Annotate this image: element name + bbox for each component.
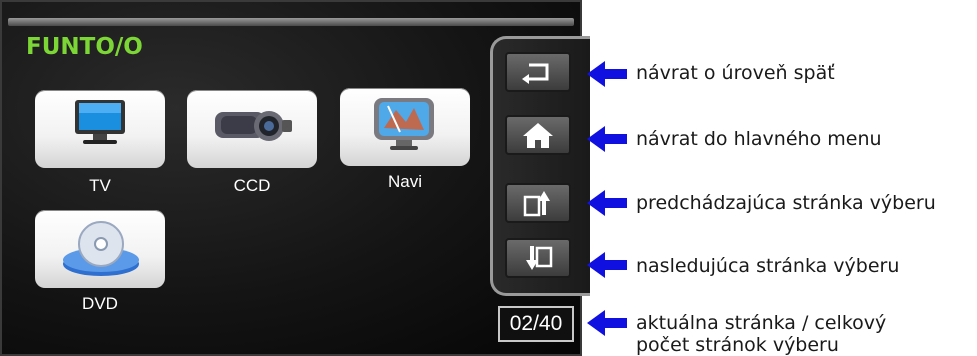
home-button[interactable]	[505, 115, 571, 155]
next-page-icon	[526, 246, 553, 270]
previous-page-icon	[523, 191, 550, 217]
annotation-next-page: nasledujúca stránka výberu	[636, 255, 900, 277]
ccd-tile[interactable]	[187, 90, 317, 168]
navi-tile[interactable]	[340, 88, 470, 166]
left-arrow-icon	[587, 61, 627, 87]
dvd-label: DVD	[82, 294, 118, 313]
navi-label: Navi	[387, 172, 422, 191]
annotation-page-counter-line1: aktuálna stránka / celkový	[636, 312, 887, 334]
back-arrow-icon	[522, 63, 549, 84]
annotation-page-counter-line2: počet stránok výberu	[636, 334, 839, 356]
left-arrow-icon	[587, 252, 627, 278]
previous-page-button[interactable]	[505, 183, 571, 223]
left-arrow-icon	[587, 310, 627, 336]
tv-label: TV	[89, 176, 111, 195]
page-counter: 02/40	[498, 306, 574, 342]
tv-tile[interactable]	[35, 90, 165, 168]
next-page-button[interactable]	[505, 238, 571, 278]
dvd-tile[interactable]	[35, 210, 165, 288]
left-arrow-icon	[587, 190, 627, 216]
annotation-back: návrat o úroveň späť	[636, 62, 835, 84]
annotation-home: návrat do hlavného menu	[636, 128, 882, 150]
back-button[interactable]	[505, 52, 571, 92]
camera-icon	[215, 111, 292, 141]
navigation-globe-icon	[374, 98, 434, 150]
annotation-page-counter: aktuálna stránka / celkový počet stránok…	[636, 312, 886, 356]
annotation-previous-page: predchádzajúca stránka výberu	[636, 192, 936, 214]
disc-icon	[63, 221, 139, 276]
home-icon	[523, 123, 553, 148]
top-bar	[8, 18, 574, 26]
tv-monitor-icon	[75, 100, 125, 144]
brand-logo: FUNTO/O	[26, 34, 143, 60]
ccd-label: CCD	[233, 176, 271, 195]
left-arrow-icon	[587, 126, 627, 152]
